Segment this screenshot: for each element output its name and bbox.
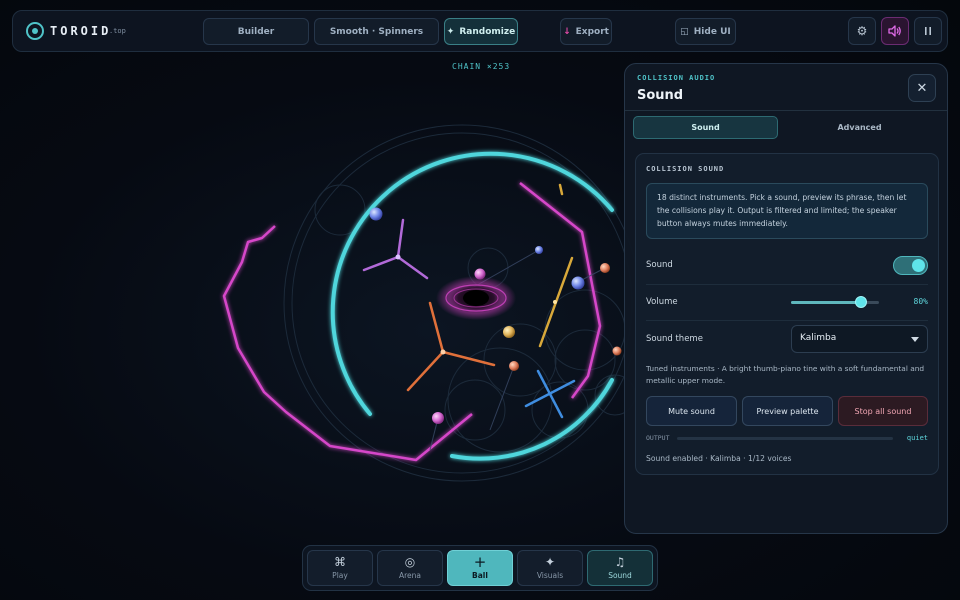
plus-icon: + [473,553,487,571]
window-icon: ◱ [680,26,689,37]
theme-description: Tuned instruments · A bright thumb-piano… [646,364,925,385]
info-box: 18 distinct instruments. Pick a sound, p… [646,183,928,239]
bottom-dock: ⌘ Play ◎ Arena + Ball ✦ Visuals ♫ Sound [302,545,658,591]
hide-ui-label: Hide UI [693,26,731,37]
target-icon: ◎ [404,555,416,569]
speaker-icon [888,25,901,37]
collision-sound-section: COLLISION SOUND 18 distinct instruments.… [635,153,939,475]
output-meter [677,437,893,440]
stop-all-sound-button[interactable]: Stop all sound [838,396,928,426]
spinner-violet [362,218,429,280]
speaker-button[interactable] [881,17,909,45]
dock-play-button[interactable]: ⌘ Play [307,550,373,586]
sound-theme-select[interactable]: Kalimba [791,325,928,353]
export-button[interactable]: ↓ Export [560,18,612,45]
dock-label: Arena [398,571,421,580]
panel-title: Sound [637,88,684,103]
tab-sound[interactable]: Sound [633,116,778,139]
dock-visuals-button[interactable]: ✦ Visuals [517,550,583,586]
divider [646,284,928,285]
gear-icon: ⚙ [856,24,868,38]
logo-icon [26,22,44,40]
settings-button[interactable]: ⚙ [848,17,876,45]
divider [646,320,928,321]
pause-button[interactable] [914,17,942,45]
preset-button[interactable]: Smooth · Spinners [314,18,439,45]
music-icon: ♫ [614,555,626,569]
export-label: Export [575,26,609,37]
close-button[interactable]: ✕ [908,74,936,102]
brand-suffix: .top [109,27,126,35]
dock-arena-button[interactable]: ◎ Arena [377,550,443,586]
sparkle-icon: ✦ [544,555,556,569]
top-bar: TOROID .top Builder Smooth · Spinners ✦ … [12,10,948,52]
dock-label: Ball [472,571,488,580]
divider [625,110,947,111]
sound-theme-value: Kalimba [800,333,837,343]
volume-value: 80% [913,297,928,306]
builder-button[interactable]: Builder [203,18,309,45]
dock-label: Play [332,571,348,580]
sparkle-icon: ✦ [446,26,455,37]
section-heading: COLLISION SOUND [646,165,725,173]
randomize-label: Randomize [459,26,516,37]
dock-ball-button[interactable]: + Ball [447,550,513,586]
dock-label: Sound [608,571,632,580]
sound-panel: COLLISION AUDIO Sound ✕ Sound Advanced C… [624,63,948,534]
volume-slider-fill [791,301,862,304]
volume-slider-handle[interactable] [855,296,868,308]
download-icon: ↓ [563,26,571,37]
sound-toggle[interactable] [893,256,928,275]
magenta-chain [222,225,473,462]
preview-palette-button[interactable]: Preview palette [742,396,833,426]
caret-down-icon [911,337,919,342]
panel-kicker: COLLISION AUDIO [637,74,716,82]
volume-slider[interactable] [791,296,879,308]
chain-counter: CHAIN ×253 [452,62,511,71]
central-void [436,276,516,320]
spinner-gold [538,183,574,348]
randomize-button[interactable]: ✦ Randomize [444,18,518,45]
volume-label: Volume [646,297,678,307]
hide-ui-button[interactable]: ◱ Hide UI [675,18,736,45]
dock-label: Visuals [536,571,564,580]
toggle-knob [912,259,925,272]
output-level: quiet [906,434,928,442]
close-icon: ✕ [916,80,928,96]
output-label: OUTPUT [646,434,670,442]
mute-sound-button[interactable]: Mute sound [646,396,737,426]
status-text: Sound enabled · Kalimba · 1/12 voices [646,454,792,463]
pause-icon [925,27,931,35]
tab-advanced[interactable]: Advanced [787,116,932,139]
sound-toggle-label: Sound [646,260,673,270]
sound-theme-label: Sound theme [646,334,703,344]
brand-name: TOROID [50,24,112,38]
dock-sound-button[interactable]: ♫ Sound [587,550,653,586]
command-icon: ⌘ [334,555,346,569]
